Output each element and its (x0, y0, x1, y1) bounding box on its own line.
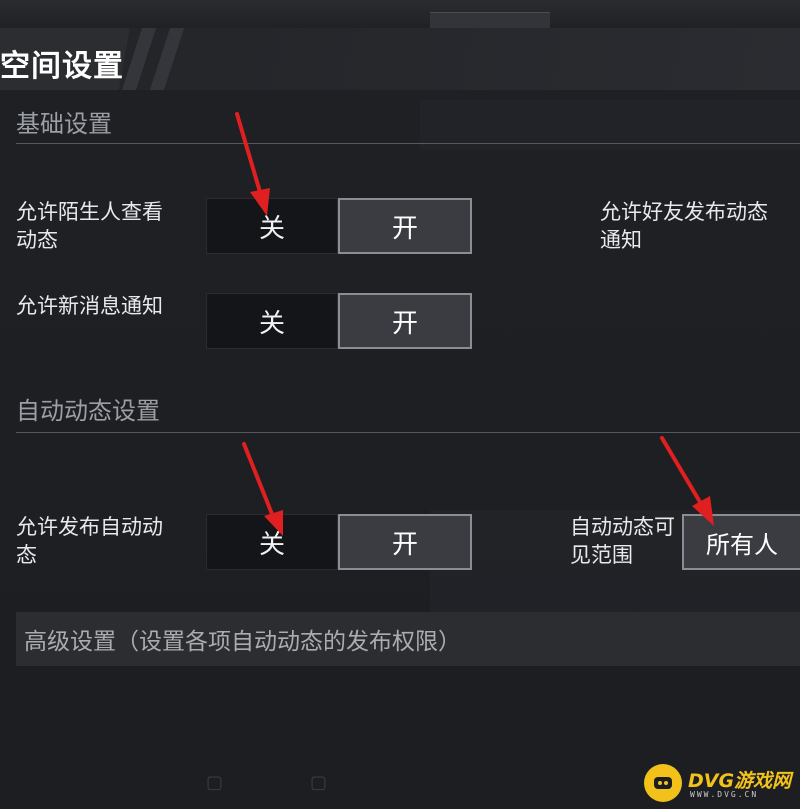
page-title: 空间设置 (0, 49, 124, 84)
advanced-settings-bar[interactable]: 高级设置（设置各项自动动态的发布权限） (16, 612, 800, 666)
section-title-auto: 自动动态设置 (16, 397, 160, 425)
arrow-icon (242, 442, 283, 536)
divider (16, 143, 800, 144)
new-message-off-option[interactable]: 关 (206, 293, 338, 349)
watermark-url: WWW.DVG.CN (690, 790, 759, 799)
header-slash-decoration (149, 28, 185, 90)
arrow-icon (660, 436, 714, 526)
top-strip (0, 0, 800, 29)
auto-publish-on-option[interactable]: 开 (338, 514, 472, 570)
watermark-brand: DVG游戏网 (688, 770, 792, 792)
background-ghost-text: ▢ (206, 772, 224, 793)
watermark: DVG游戏网 WWW.DVG.CN (644, 762, 794, 802)
background-tab (430, 12, 550, 29)
stranger-view-on-option[interactable]: 开 (338, 198, 472, 254)
friend-notify-label: 允许好友发布动态通知 (600, 200, 768, 252)
new-message-on-option[interactable]: 开 (338, 293, 472, 349)
section-title-basic: 基础设置 (16, 110, 112, 138)
arrow-icon (235, 112, 270, 216)
divider (16, 432, 800, 433)
stranger-view-label: 允许陌生人查看动态 (16, 200, 163, 252)
header-slash-decoration (121, 28, 157, 90)
auto-publish-label: 允许发布自动动态 (16, 515, 163, 567)
watermark-logo-icon (644, 764, 682, 802)
new-message-toggle: 关 开 (206, 293, 472, 349)
new-message-label: 允许新消息通知 (16, 294, 163, 318)
background-ghost-text: ▢ (310, 772, 328, 793)
